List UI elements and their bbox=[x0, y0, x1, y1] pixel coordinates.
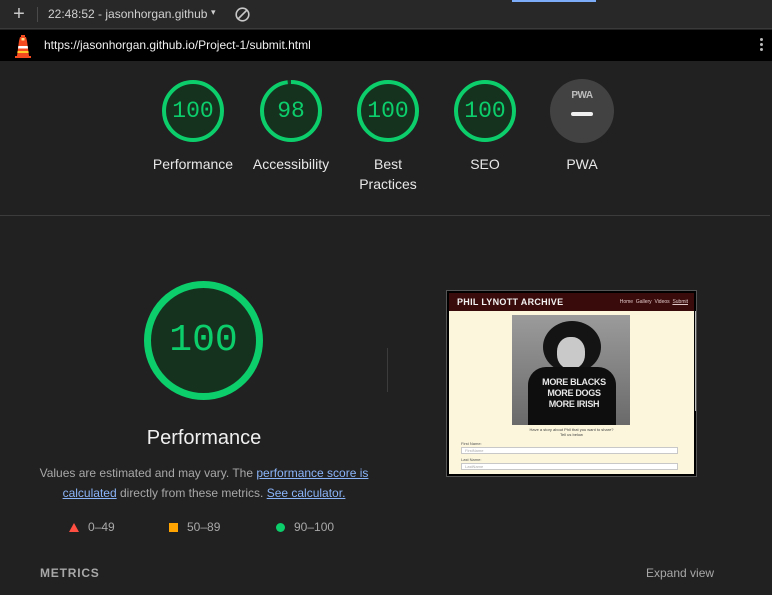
section-divider bbox=[387, 348, 388, 392]
pwa-badge-circle: PWA bbox=[550, 79, 614, 143]
pwa-badge: PWA bbox=[550, 79, 614, 143]
gauge-best-practices[interactable]: 100 Best Practices bbox=[338, 79, 438, 194]
gauge-ring: 98 bbox=[259, 79, 323, 143]
performance-gauge-large: 100 bbox=[143, 280, 264, 401]
gauge-seo[interactable]: 100 SEO bbox=[435, 79, 535, 174]
triangle-icon bbox=[69, 523, 79, 533]
site-brand: PHIL LYNOTT ARCHIVE bbox=[457, 297, 564, 307]
gauge-ring: 100 bbox=[161, 79, 225, 143]
site-nav-links: Home Gallery Videos Submit bbox=[620, 299, 688, 305]
site-navbar: PHIL LYNOTT ARCHIVE Home Gallery Videos … bbox=[449, 293, 694, 311]
gauge-label: Best Practices bbox=[338, 154, 438, 194]
expand-view-toggle[interactable]: Expand view bbox=[646, 566, 714, 580]
lighthouse-icon bbox=[13, 34, 33, 58]
report-url-bar: https://jasonhorgan.github.io/Project-1/… bbox=[0, 30, 772, 61]
report-url[interactable]: https://jasonhorgan.github.io/Project-1/… bbox=[44, 38, 311, 52]
last-name-field: LastName bbox=[461, 463, 678, 470]
shirt-line-3: MORE IRISH bbox=[548, 399, 600, 409]
see-calculator-link[interactable]: See calculator. bbox=[267, 486, 346, 500]
legend-pass: 90–100 bbox=[276, 520, 334, 534]
nav-home: Home bbox=[619, 299, 634, 305]
square-icon bbox=[169, 523, 178, 533]
pwa-badge-text: PWA bbox=[571, 90, 593, 101]
gauge-accessibility[interactable]: 98 Accessibility bbox=[241, 79, 341, 174]
photo-shirt-text: MORE BLACKS MORE DOGS MORE IRISH bbox=[532, 377, 616, 410]
pwa-dash-icon bbox=[571, 112, 593, 116]
performance-score: 100 bbox=[169, 319, 238, 362]
gauge-label: Performance bbox=[152, 156, 234, 172]
devtools-toolbar: + 22:48:52 - jasonhorgan.github ▾ bbox=[0, 0, 772, 29]
gauge-label-line1: Best bbox=[373, 156, 402, 172]
desc-text-1: Values are estimated and may vary. The bbox=[39, 466, 257, 480]
desc-text-2: directly from these metrics. bbox=[116, 486, 267, 500]
gauge-performance[interactable]: 100 Performance bbox=[143, 79, 243, 174]
first-name-field: FirstName bbox=[461, 447, 678, 454]
circle-icon bbox=[276, 523, 285, 533]
screenshot-scrollbar bbox=[695, 311, 696, 411]
gauge-score: 100 bbox=[172, 98, 214, 124]
legend-fail: 0–49 bbox=[69, 520, 115, 534]
metrics-heading: METRICS bbox=[40, 566, 100, 580]
new-report-button[interactable]: + bbox=[9, 3, 29, 25]
report-dropdown-caret-icon[interactable]: ▾ bbox=[211, 7, 216, 18]
legend-range: 0–49 bbox=[88, 520, 115, 534]
nav-gallery: Gallery bbox=[635, 299, 652, 305]
gauge-label-line2: Practices bbox=[359, 176, 417, 192]
last-name-placeholder: LastName bbox=[465, 464, 484, 469]
gauge-ring: 100 bbox=[356, 79, 420, 143]
toolbar-divider bbox=[37, 7, 38, 22]
gauge-score: 98 bbox=[277, 98, 305, 124]
site-question: Have a story about Phil that you want to… bbox=[449, 427, 694, 437]
nav-submit: Submit bbox=[672, 299, 688, 305]
final-screenshot[interactable]: PHIL LYNOTT ARCHIVE Home Gallery Videos … bbox=[446, 290, 697, 477]
legend-range: 90–100 bbox=[294, 520, 335, 534]
first-name-placeholder: FirstName bbox=[465, 448, 484, 453]
performance-title: Performance bbox=[146, 427, 262, 449]
gauge-label: Accessibility bbox=[252, 156, 330, 172]
gauge-label: PWA bbox=[566, 156, 598, 172]
gauge-label: SEO bbox=[470, 156, 500, 172]
legend-range: 50–89 bbox=[187, 520, 221, 534]
report-selector[interactable]: 22:48:52 - jasonhorgan.github bbox=[48, 7, 207, 21]
first-name-label: First Name: bbox=[461, 441, 482, 446]
shirt-line-1: MORE BLACKS bbox=[542, 377, 606, 387]
gauge-score: 100 bbox=[367, 98, 409, 124]
site-body: MORE BLACKS MORE DOGS MORE IRISH Have a … bbox=[449, 311, 694, 474]
kebab-menu-icon[interactable] bbox=[754, 37, 768, 55]
category-scores: 100 Performance 98 Accessibility 100 Bes… bbox=[0, 61, 770, 216]
clear-icon[interactable] bbox=[234, 6, 251, 23]
site-question-line2: Tell us below bbox=[560, 432, 583, 437]
active-tab-indicator bbox=[512, 0, 596, 2]
photo-face bbox=[557, 337, 585, 369]
last-name-label: Last Name: bbox=[461, 457, 482, 462]
gauge-pwa[interactable]: PWA PWA bbox=[532, 79, 632, 174]
shirt-line-2: MORE DOGS bbox=[547, 388, 601, 398]
performance-description: Values are estimated and may vary. The p… bbox=[34, 463, 374, 503]
legend-average: 50–89 bbox=[169, 520, 220, 534]
hero-photo: MORE BLACKS MORE DOGS MORE IRISH bbox=[512, 315, 630, 425]
gauge-ring: 100 bbox=[453, 79, 517, 143]
gauge-score: 100 bbox=[464, 98, 506, 124]
nav-videos: Videos bbox=[654, 299, 670, 305]
